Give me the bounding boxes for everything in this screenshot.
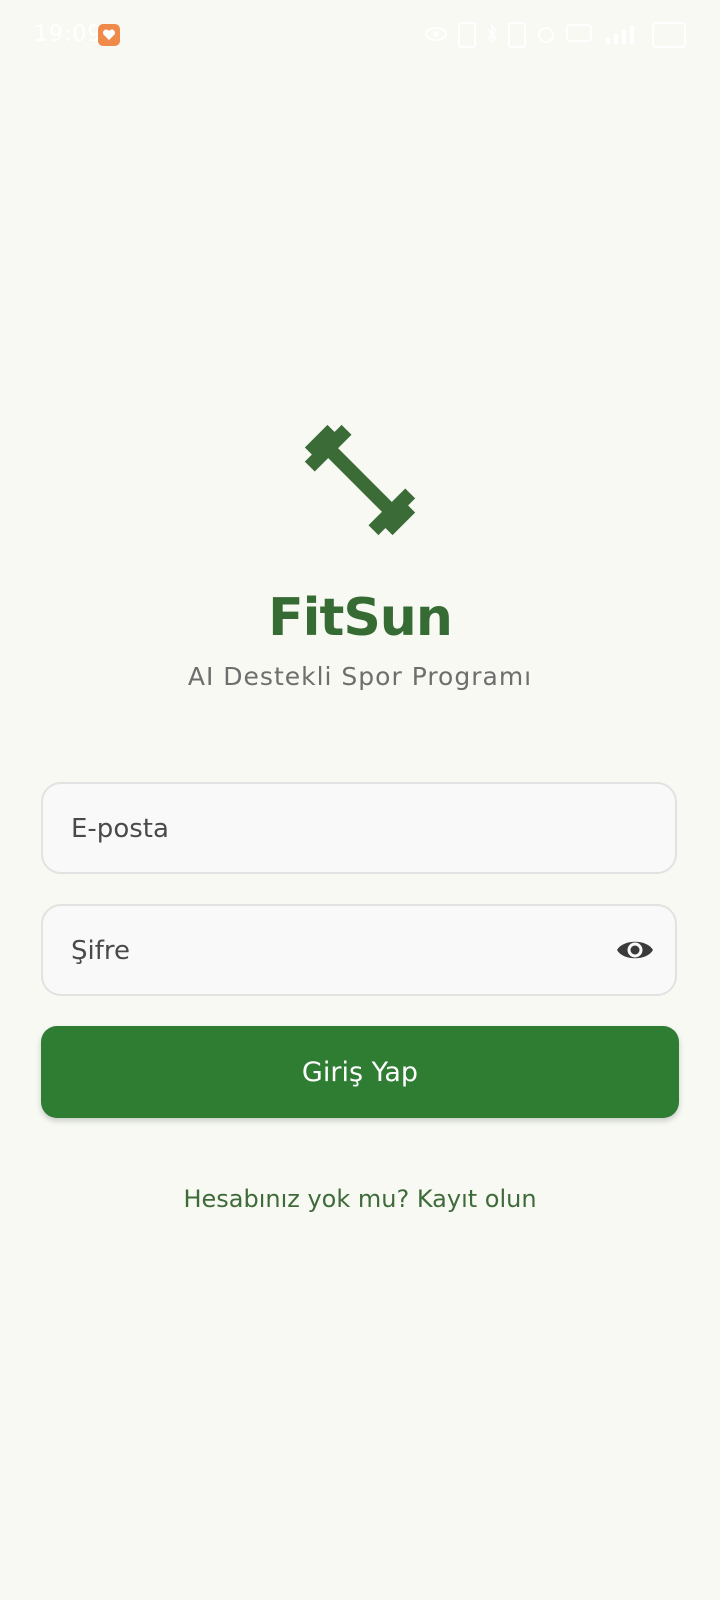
password-field[interactable] bbox=[41, 904, 677, 996]
bluetooth-icon bbox=[486, 24, 498, 46]
app-name: FitSun bbox=[268, 588, 453, 648]
vibrate-icon bbox=[508, 22, 526, 48]
eye-icon[interactable] bbox=[615, 934, 655, 966]
nfc-icon bbox=[458, 22, 476, 48]
register-link-label[interactable]: Hesabınız yok mu? Kayıt olun bbox=[183, 1185, 536, 1213]
email-field[interactable] bbox=[41, 782, 677, 874]
login-screen: 19:09 FitSun AI Destekli Spor Programı E… bbox=[0, 0, 720, 1600]
login-button[interactable]: Giriş Yap bbox=[41, 1026, 679, 1118]
register-link[interactable]: Hesabınız yok mu? Kayıt olun bbox=[0, 1185, 720, 1213]
signal-icon bbox=[602, 24, 642, 46]
app-tagline: AI Destekli Spor Programı bbox=[187, 662, 533, 691]
status-icons bbox=[424, 22, 686, 48]
eye-status-icon bbox=[424, 24, 448, 46]
password-input[interactable] bbox=[69, 906, 613, 996]
notification-app-icon bbox=[98, 24, 120, 46]
alarm-icon bbox=[536, 24, 556, 46]
battery-icon bbox=[652, 22, 686, 48]
status-bar: 19:09 bbox=[0, 0, 720, 70]
dumbbell-icon bbox=[304, 424, 416, 536]
email-input[interactable] bbox=[69, 784, 613, 874]
volte-icon bbox=[566, 24, 592, 46]
status-time: 19:09 bbox=[34, 22, 103, 47]
